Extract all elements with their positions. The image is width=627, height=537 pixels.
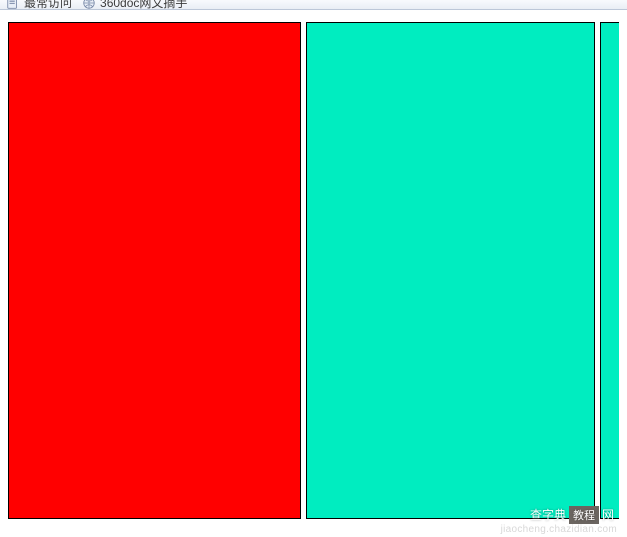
watermark-sub: jiaocheng.chazidian.com (501, 524, 617, 535)
content-area: 查字典 教程 网 jiaocheng.chazidian.com (0, 10, 627, 537)
watermark-brand-mid: 教程 (569, 506, 599, 524)
watermark: 查字典 教程 网 (527, 505, 617, 524)
panel-right-edge-cyan (600, 22, 619, 519)
bookmarks-bar: 最常访问 360doc网文摘手 (0, 0, 627, 10)
watermark-brand-right: 网 (599, 505, 617, 524)
page-icon (6, 0, 20, 10)
panel-middle-cyan (306, 22, 594, 519)
bookmark-item-360doc[interactable]: 360doc网文摘手 (82, 0, 187, 10)
globe-icon (82, 0, 96, 10)
watermark-brand-left: 查字典 (527, 505, 569, 524)
bookmark-label: 360doc网文摘手 (100, 0, 187, 7)
panel-left-red (8, 22, 301, 519)
bookmark-item-most-visited[interactable]: 最常访问 (6, 0, 72, 10)
bookmark-label: 最常访问 (24, 0, 72, 7)
